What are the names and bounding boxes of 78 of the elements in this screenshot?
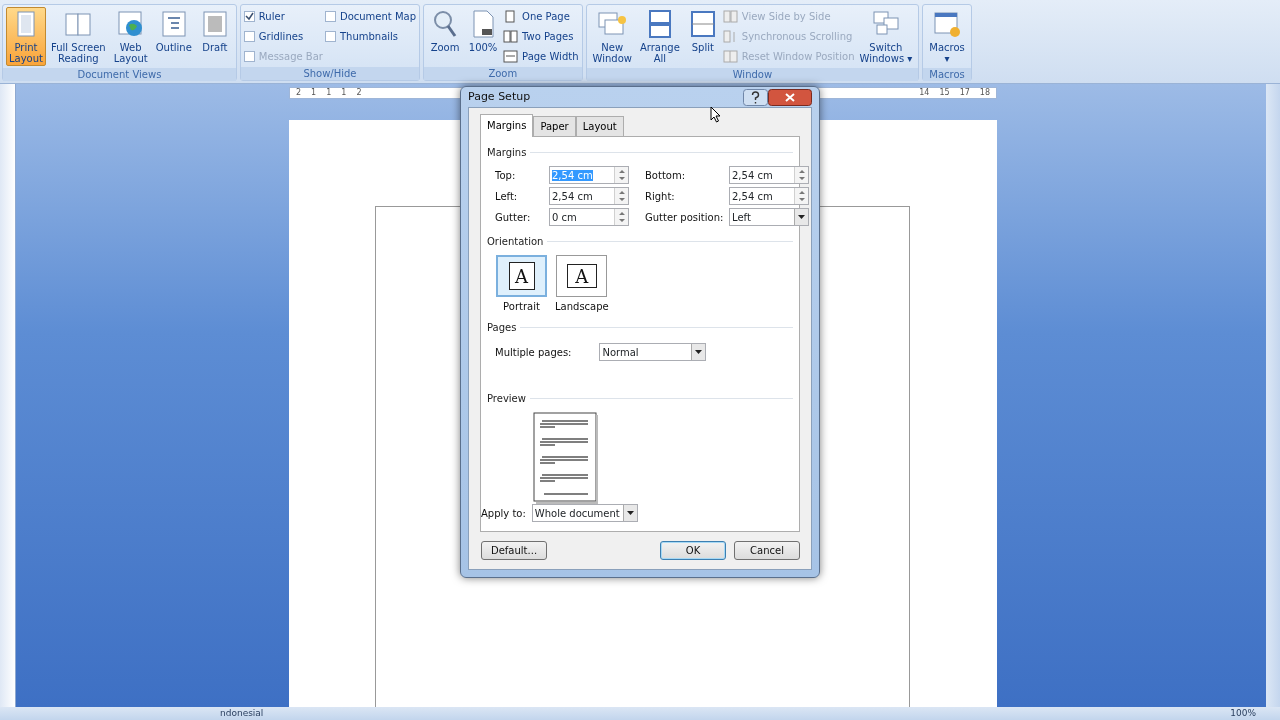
spin-field[interactable]: 2,54 cm — [729, 166, 809, 184]
section-heading: Pages — [487, 321, 517, 335]
field-label: Gutter position: — [645, 210, 725, 225]
ribbon-button[interactable]: Web Layout — [110, 7, 151, 66]
field-label: Top: — [495, 168, 517, 183]
group-label: Document Views — [77, 69, 162, 80]
dropdown-arrow-icon[interactable] — [695, 350, 703, 354]
section-heading: Orientation — [487, 235, 544, 249]
ribbon-button[interactable]: Macros ▾ — [926, 7, 968, 66]
tab[interactable]: Margins — [480, 114, 534, 137]
dialog-button[interactable]: Default... — [481, 541, 548, 560]
field-label: Left: — [495, 189, 519, 204]
ribbon-button[interactable]: Page Width — [503, 48, 579, 65]
ribbon-button[interactable]: Print Layout — [6, 7, 46, 66]
ribbon-button[interactable]: Zoom — [427, 7, 464, 65]
tab[interactable]: Paper — [533, 116, 576, 136]
page-width-icon — [503, 50, 519, 63]
dropdown[interactable]: Normal — [599, 343, 707, 361]
checkbox-label[interactable]: Gridlines — [258, 29, 304, 44]
group-label: Window — [732, 69, 773, 80]
ribbon-button[interactable]: Switch Windows ▾ — [856, 7, 916, 66]
ribbon-button[interactable]: Full Screen Reading — [48, 7, 109, 66]
tab[interactable]: Layout — [575, 116, 624, 136]
ribbon-button[interactable]: Two Pages — [503, 28, 579, 45]
ribbon-button[interactable]: New Window — [589, 7, 635, 66]
ruler-number: 1 — [341, 87, 347, 99]
field-label: Gutter: — [495, 210, 532, 225]
group-label: Show/Hide — [303, 68, 357, 79]
dropdown[interactable]: Left — [729, 208, 809, 226]
scroll-bar[interactable] — [1266, 84, 1280, 707]
checkbox-label[interactable]: Document Map — [339, 9, 417, 24]
zoom-level[interactable]: 100% — [1230, 706, 1256, 720]
dialog-button[interactable]: Cancel — [734, 541, 800, 560]
ribbon-button[interactable]: One Page — [503, 8, 579, 25]
field-label: Right: — [645, 189, 676, 204]
macro-sheet-icon — [932, 9, 963, 39]
sync-scroll-icon — [722, 30, 738, 43]
group-label: Zoom — [488, 68, 518, 79]
help-icon[interactable] — [743, 88, 768, 106]
ribbon-button[interactable]: Arrange All — [636, 7, 683, 66]
ruler-number: 1 — [326, 87, 332, 99]
dropdown-arrow-icon[interactable] — [626, 511, 634, 515]
two-pages-icon — [503, 30, 519, 43]
side-by-side-icon — [722, 10, 738, 23]
ruler-number: 14 — [919, 87, 930, 99]
ruler-number: 2 — [296, 87, 302, 99]
dialog-button[interactable]: OK — [660, 541, 726, 560]
ribbon-button[interactable]: Draft — [196, 7, 233, 66]
checkbox-label[interactable]: Thumbnails — [339, 29, 399, 44]
dropdown-arrow-icon[interactable] — [798, 215, 805, 219]
dialog-title: Page Setup — [468, 88, 531, 105]
spin-field[interactable]: 2,54 cm — [729, 187, 809, 205]
checkbox-label[interactable]: Ruler — [258, 9, 285, 24]
reset-window-icon — [722, 50, 738, 63]
dropdown[interactable]: Whole document — [531, 504, 638, 522]
spin-field[interactable]: 0 cm — [549, 208, 629, 226]
spin-field[interactable]: 2,54 cm — [549, 187, 629, 205]
ribbon-button[interactable]: 100% — [465, 7, 502, 65]
section-heading: Margins — [487, 146, 527, 160]
group-label: Macros — [929, 69, 965, 80]
checkbox[interactable] — [243, 31, 255, 42]
ribbon-button[interactable]: Outline — [152, 7, 195, 66]
field-label: Apply to: — [481, 506, 526, 521]
field-label: Multiple pages: — [495, 345, 572, 360]
ruler-number: 17 — [959, 87, 970, 99]
ribbon-button[interactable]: Split — [684, 7, 721, 66]
ruler-number: 15 — [939, 87, 950, 99]
ruler-number: 2 — [356, 87, 362, 99]
ruler-number: 18 — [979, 87, 990, 99]
close-icon[interactable] — [768, 88, 812, 106]
language-label[interactable]: ndonesial — [220, 706, 264, 720]
section-heading: Preview — [487, 392, 526, 406]
field-label: Bottom: — [645, 168, 687, 183]
checkbox[interactable] — [324, 31, 336, 42]
checkbox[interactable] — [324, 11, 336, 22]
checkbox[interactable] — [243, 11, 255, 22]
ruler-number: 1 — [311, 87, 317, 99]
mouse-pointer-icon — [710, 106, 721, 123]
